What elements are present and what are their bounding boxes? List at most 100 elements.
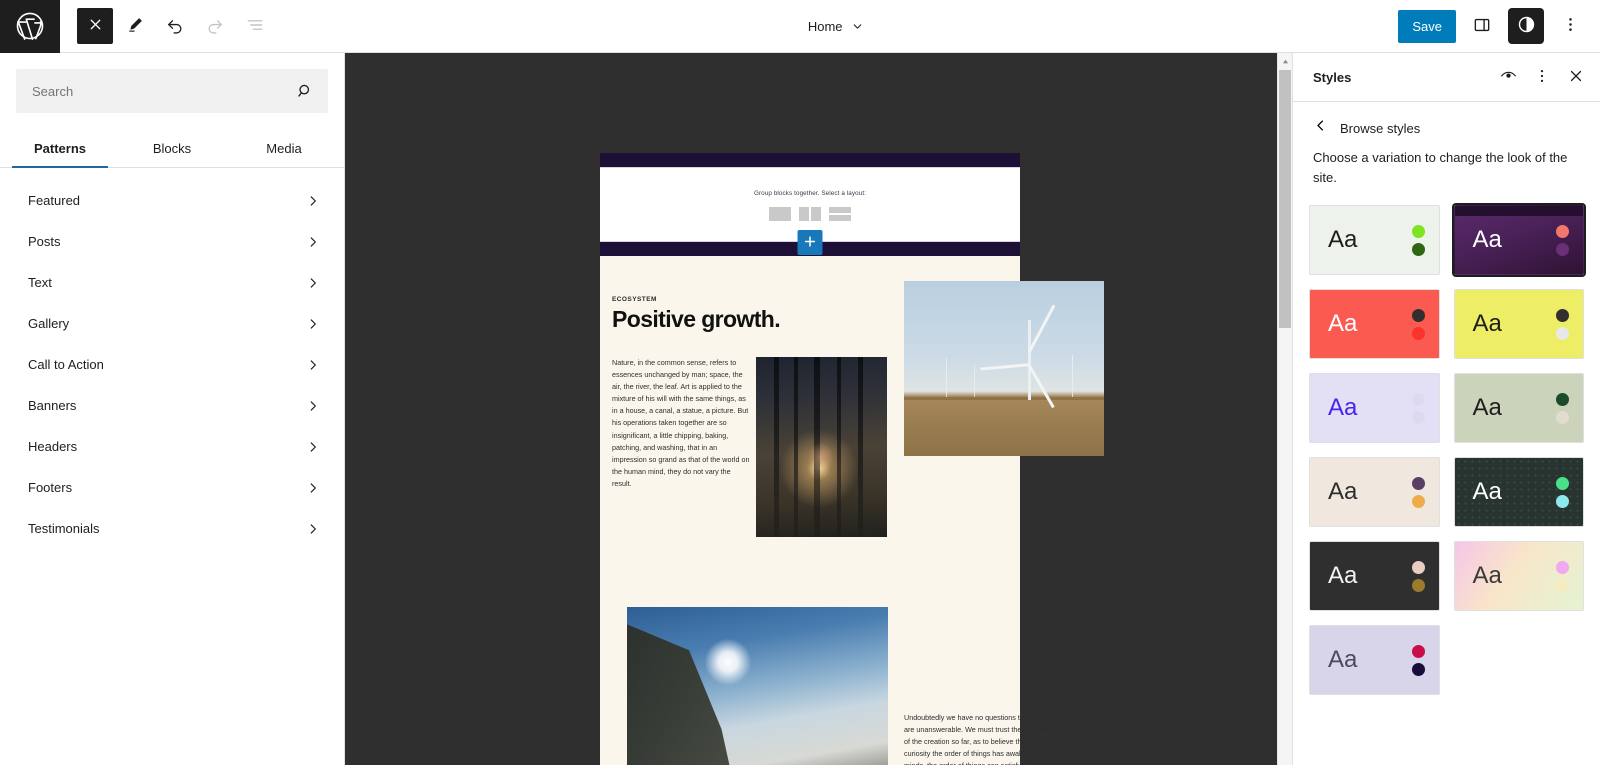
variation-typography-sample: Aa (1472, 562, 1502, 589)
search-input[interactable] (16, 83, 296, 99)
style-variation-card[interactable]: Aa (1309, 373, 1440, 443)
style-variation-card[interactable]: Aa (1309, 625, 1440, 695)
variation-typography-sample: Aa (1328, 226, 1358, 253)
chevron-right-icon (306, 317, 320, 331)
more-vertical-icon (1533, 67, 1551, 88)
browse-styles-back-button[interactable]: Browse styles (1293, 102, 1600, 148)
style-variation-card[interactable]: Aa (1453, 289, 1584, 359)
settings-sidebar-toggle-button[interactable] (1464, 8, 1500, 44)
variation-color-dot-1 (1411, 392, 1425, 406)
styles-toggle-button[interactable] (1508, 8, 1544, 44)
paragraph-primary[interactable]: Nature, in the common sense, refers to e… (612, 357, 750, 490)
pattern-category-item[interactable]: Testimonials (0, 508, 344, 549)
editor-options-button[interactable] (1552, 8, 1588, 44)
style-variation-card[interactable]: Aa (1309, 289, 1440, 359)
variation-color-dot-1 (1411, 476, 1425, 490)
variation-top-strip (1454, 206, 1583, 216)
style-variation-card[interactable]: Aa (1309, 541, 1440, 611)
topbar-actions: Save (1398, 0, 1600, 53)
chevron-right-icon (306, 481, 320, 495)
variation-color-dots (1556, 224, 1569, 256)
content-columns: Nature, in the common sense, refers to e… (612, 281, 1104, 765)
variation-color-dot-2 (1411, 410, 1425, 424)
variation-typography-sample: Aa (1472, 310, 1502, 337)
style-book-button[interactable] (1492, 61, 1524, 93)
group-placeholder-text: Group blocks together. Select a layout: (753, 190, 867, 197)
document-bar: Home (273, 0, 1398, 53)
tab-blocks[interactable]: Blocks (116, 129, 228, 167)
editor-top-bar: Home Save (0, 0, 1600, 53)
variation-color-dots (1556, 392, 1569, 424)
pattern-category-item[interactable]: Text (0, 262, 344, 303)
close-editor-button[interactable] (77, 8, 113, 44)
style-variation-card[interactable]: Aa (1309, 457, 1440, 527)
coastal-sunrise-image[interactable] (627, 607, 888, 765)
variation-color-dot-2 (1411, 662, 1425, 676)
eye-icon (1499, 66, 1518, 88)
tab-patterns[interactable]: Patterns (4, 129, 116, 168)
canvas-scrollbar[interactable] (1277, 53, 1292, 765)
pattern-category-item[interactable]: Call to Action (0, 344, 344, 385)
search-section (0, 53, 344, 129)
variation-color-dots (1556, 476, 1569, 508)
wordpress-logo-button[interactable] (0, 0, 60, 53)
variation-typography-sample: Aa (1472, 394, 1502, 421)
style-variations-grid: Aa Aa Aa Aa Aa Aa Aa Aa Aa Aa Aa (1293, 201, 1600, 711)
paragraph-secondary[interactable]: Undoubtedly we have no questions to ask … (904, 712, 1062, 765)
pattern-category-item[interactable]: Headers (0, 426, 344, 467)
pattern-category-item[interactable]: Footers (0, 467, 344, 508)
row-layout-option[interactable] (829, 207, 851, 221)
variation-color-dots (1411, 224, 1425, 256)
style-variation-card[interactable]: Aa (1453, 205, 1584, 275)
tab-media[interactable]: Media (228, 129, 340, 167)
site-preview-frame: Group blocks together. Select a layout: … (600, 153, 1104, 765)
document-title-button[interactable]: Home (798, 13, 874, 40)
pattern-category-label: Posts (28, 234, 61, 249)
pattern-category-label: Headers (28, 439, 78, 454)
undo-button[interactable] (157, 8, 193, 44)
redo-button[interactable] (197, 8, 233, 44)
pattern-category-item[interactable]: Gallery (0, 303, 344, 344)
single-column-layout-option[interactable] (769, 207, 791, 221)
styles-close-button[interactable] (1560, 61, 1592, 93)
redo-icon (205, 15, 225, 38)
list-view-button[interactable] (237, 8, 273, 44)
canvas-scrollbar-thumb[interactable] (1279, 70, 1291, 328)
variation-color-dots (1556, 308, 1569, 340)
variation-color-dot-2 (1556, 578, 1569, 592)
wordpress-logo-icon (15, 11, 45, 41)
pattern-category-label: Testimonials (28, 521, 100, 536)
pattern-category-item[interactable]: Posts (0, 221, 344, 262)
variation-color-dots (1411, 392, 1425, 424)
text-column: Nature, in the common sense, refers to e… (612, 357, 750, 490)
sidebar-toggle-icon (1472, 15, 1492, 38)
block-inserter-panel: Patterns Blocks Media Featured Posts Text G… (0, 53, 345, 765)
variation-color-dot-2 (1411, 242, 1425, 256)
wind-turbines-image[interactable] (904, 281, 1104, 456)
styles-more-button[interactable] (1526, 61, 1558, 93)
chevron-right-icon (306, 440, 320, 454)
style-variation-card[interactable]: Aa (1453, 373, 1584, 443)
pattern-category-item[interactable]: Featured (0, 180, 344, 221)
scroll-up-icon[interactable] (1278, 53, 1292, 69)
chevron-right-icon (306, 235, 320, 249)
pattern-category-label: Footers (28, 480, 73, 495)
edit-mode-button[interactable] (117, 8, 153, 44)
style-variation-card[interactable]: Aa (1453, 457, 1584, 527)
pattern-category-item[interactable]: Banners (0, 385, 344, 426)
close-icon (87, 16, 104, 36)
style-variation-card[interactable]: Aa (1309, 205, 1440, 275)
variation-color-dot-1 (1411, 224, 1425, 238)
chevron-right-icon (306, 522, 320, 536)
pattern-category-label: Call to Action (28, 357, 104, 372)
undo-icon (165, 15, 185, 38)
search-box[interactable] (16, 69, 328, 113)
variation-color-dots (1411, 308, 1425, 340)
style-variation-card[interactable]: Aa (1453, 541, 1584, 611)
save-button[interactable]: Save (1398, 9, 1456, 43)
chevron-right-icon (306, 276, 320, 290)
forest-sunbeam-image[interactable] (756, 357, 887, 537)
editor-tools-group (60, 0, 273, 53)
two-column-layout-option[interactable] (799, 207, 821, 221)
block-inserter-plus-button[interactable] (797, 230, 823, 255)
